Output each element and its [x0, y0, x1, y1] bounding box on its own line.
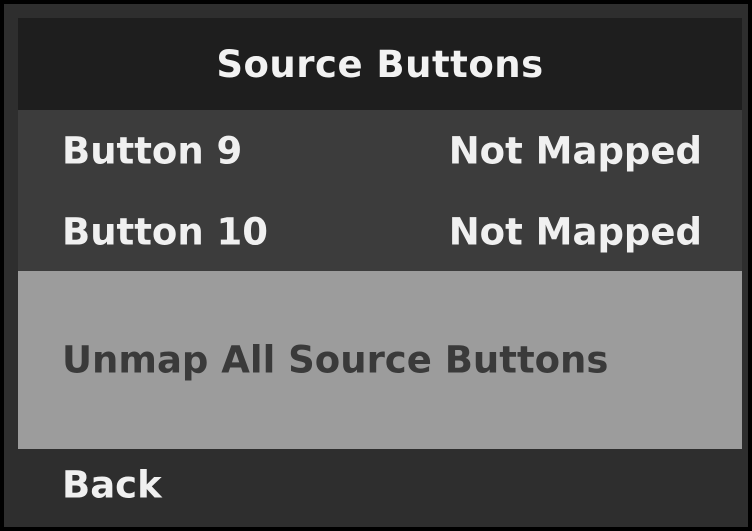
page-title-text: Source Buttons — [216, 42, 544, 86]
menu-item-button-9[interactable]: Button 9 Not Mapped — [18, 110, 742, 192]
menu-item-label: Button 10 — [62, 210, 269, 253]
menu-item-value: Not Mapped — [448, 210, 702, 253]
menu-item-value: Not Mapped — [448, 129, 702, 173]
back-button[interactable]: Back — [18, 449, 742, 521]
unmap-all-button[interactable]: Unmap All Source Buttons — [18, 271, 742, 449]
page-title: Source Buttons — [18, 18, 742, 110]
menu-item-button-10[interactable]: Button 10 Not Mapped — [18, 192, 742, 271]
unmap-all-label: Unmap All Source Buttons — [62, 338, 609, 382]
menu-screen: Source Buttons Button 9 Not Mapped Butto… — [0, 0, 752, 531]
back-label: Back — [62, 463, 162, 507]
menu-item-label: Button 9 — [62, 129, 243, 173]
